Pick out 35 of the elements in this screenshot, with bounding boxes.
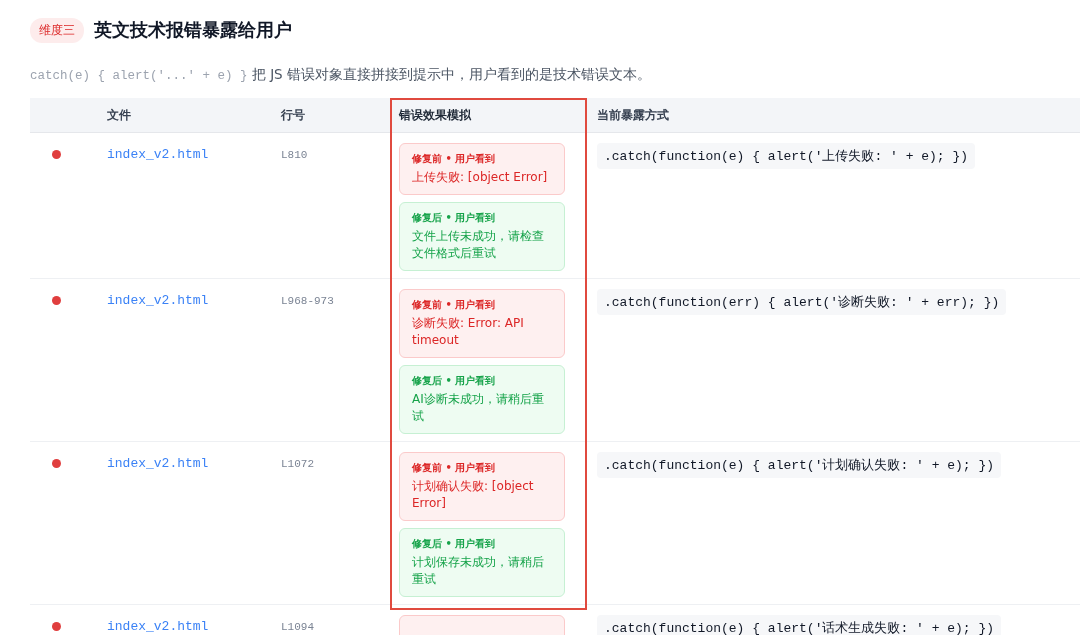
column-header: 文件 — [106, 106, 132, 124]
status-dot — [51, 459, 61, 468]
card-message: 诊断失败: Error: API timeout — [412, 315, 525, 349]
file-link[interactable]: index_v2.html — [107, 619, 209, 634]
status-dot — [51, 296, 61, 305]
card-label: 修复前 • 用户看到 — [412, 298, 497, 312]
line-number: L1094 — [281, 621, 314, 633]
card-label: 修复后 • 用户看到 — [412, 537, 497, 551]
column-header: 当前暴露方式 — [596, 106, 670, 124]
status-dot — [51, 150, 61, 159]
column-header: 错误效果模拟 — [398, 106, 472, 124]
card-message: 上传失败: [object Error] — [412, 169, 549, 186]
line-number: L1072 — [281, 458, 314, 470]
file-link[interactable]: index_v2.html — [107, 147, 209, 162]
code-snippet: .catch(function(err) { alert('诊断失败: ' + err); }) — [597, 289, 1007, 315]
file-link[interactable]: index_v2.html — [107, 456, 209, 471]
section-title: 英文技术报错暴露给用户 — [94, 18, 292, 42]
card-label: 修复前 • 用户看到 — [412, 152, 497, 166]
column-header: 行号 — [280, 106, 306, 124]
card-label: 修复后 • 用户看到 — [412, 211, 497, 225]
line-number: L810 — [281, 149, 308, 161]
card-message: 计划保存未成功，请稍后重试 — [412, 554, 545, 588]
code-snippet: .catch(function(e) { alert('计划确认失败: ' + e); }) — [597, 452, 1002, 478]
section-badge: 维度三 — [30, 17, 84, 43]
status-dot — [51, 622, 61, 631]
card-label: 修复后 • 用户看到 — [412, 374, 497, 388]
section-description: catch(e) { alert('...' + e) } 把 JS 错误对象直接拼接到提示中，用户看到的是技术错误文本。 — [30, 66, 652, 84]
card-message: 文件上传未成功，请检查文件格式后重试 — [412, 228, 545, 262]
card-label: 修复前 • 用户看到 — [412, 461, 497, 475]
file-link[interactable]: index_v2.html — [107, 293, 209, 308]
line-number: L968-973 — [281, 295, 334, 307]
card-message: AI诊断未成功，请稍后重试 — [412, 391, 545, 425]
code-snippet: .catch(function(e) { alert('话术生成失败: ' + e); }) — [597, 615, 1002, 635]
card-message: 计划确认失败: [object Error] — [412, 478, 535, 512]
code-snippet: .catch(function(e) { alert('上传失败: ' + e); }) — [597, 143, 976, 169]
